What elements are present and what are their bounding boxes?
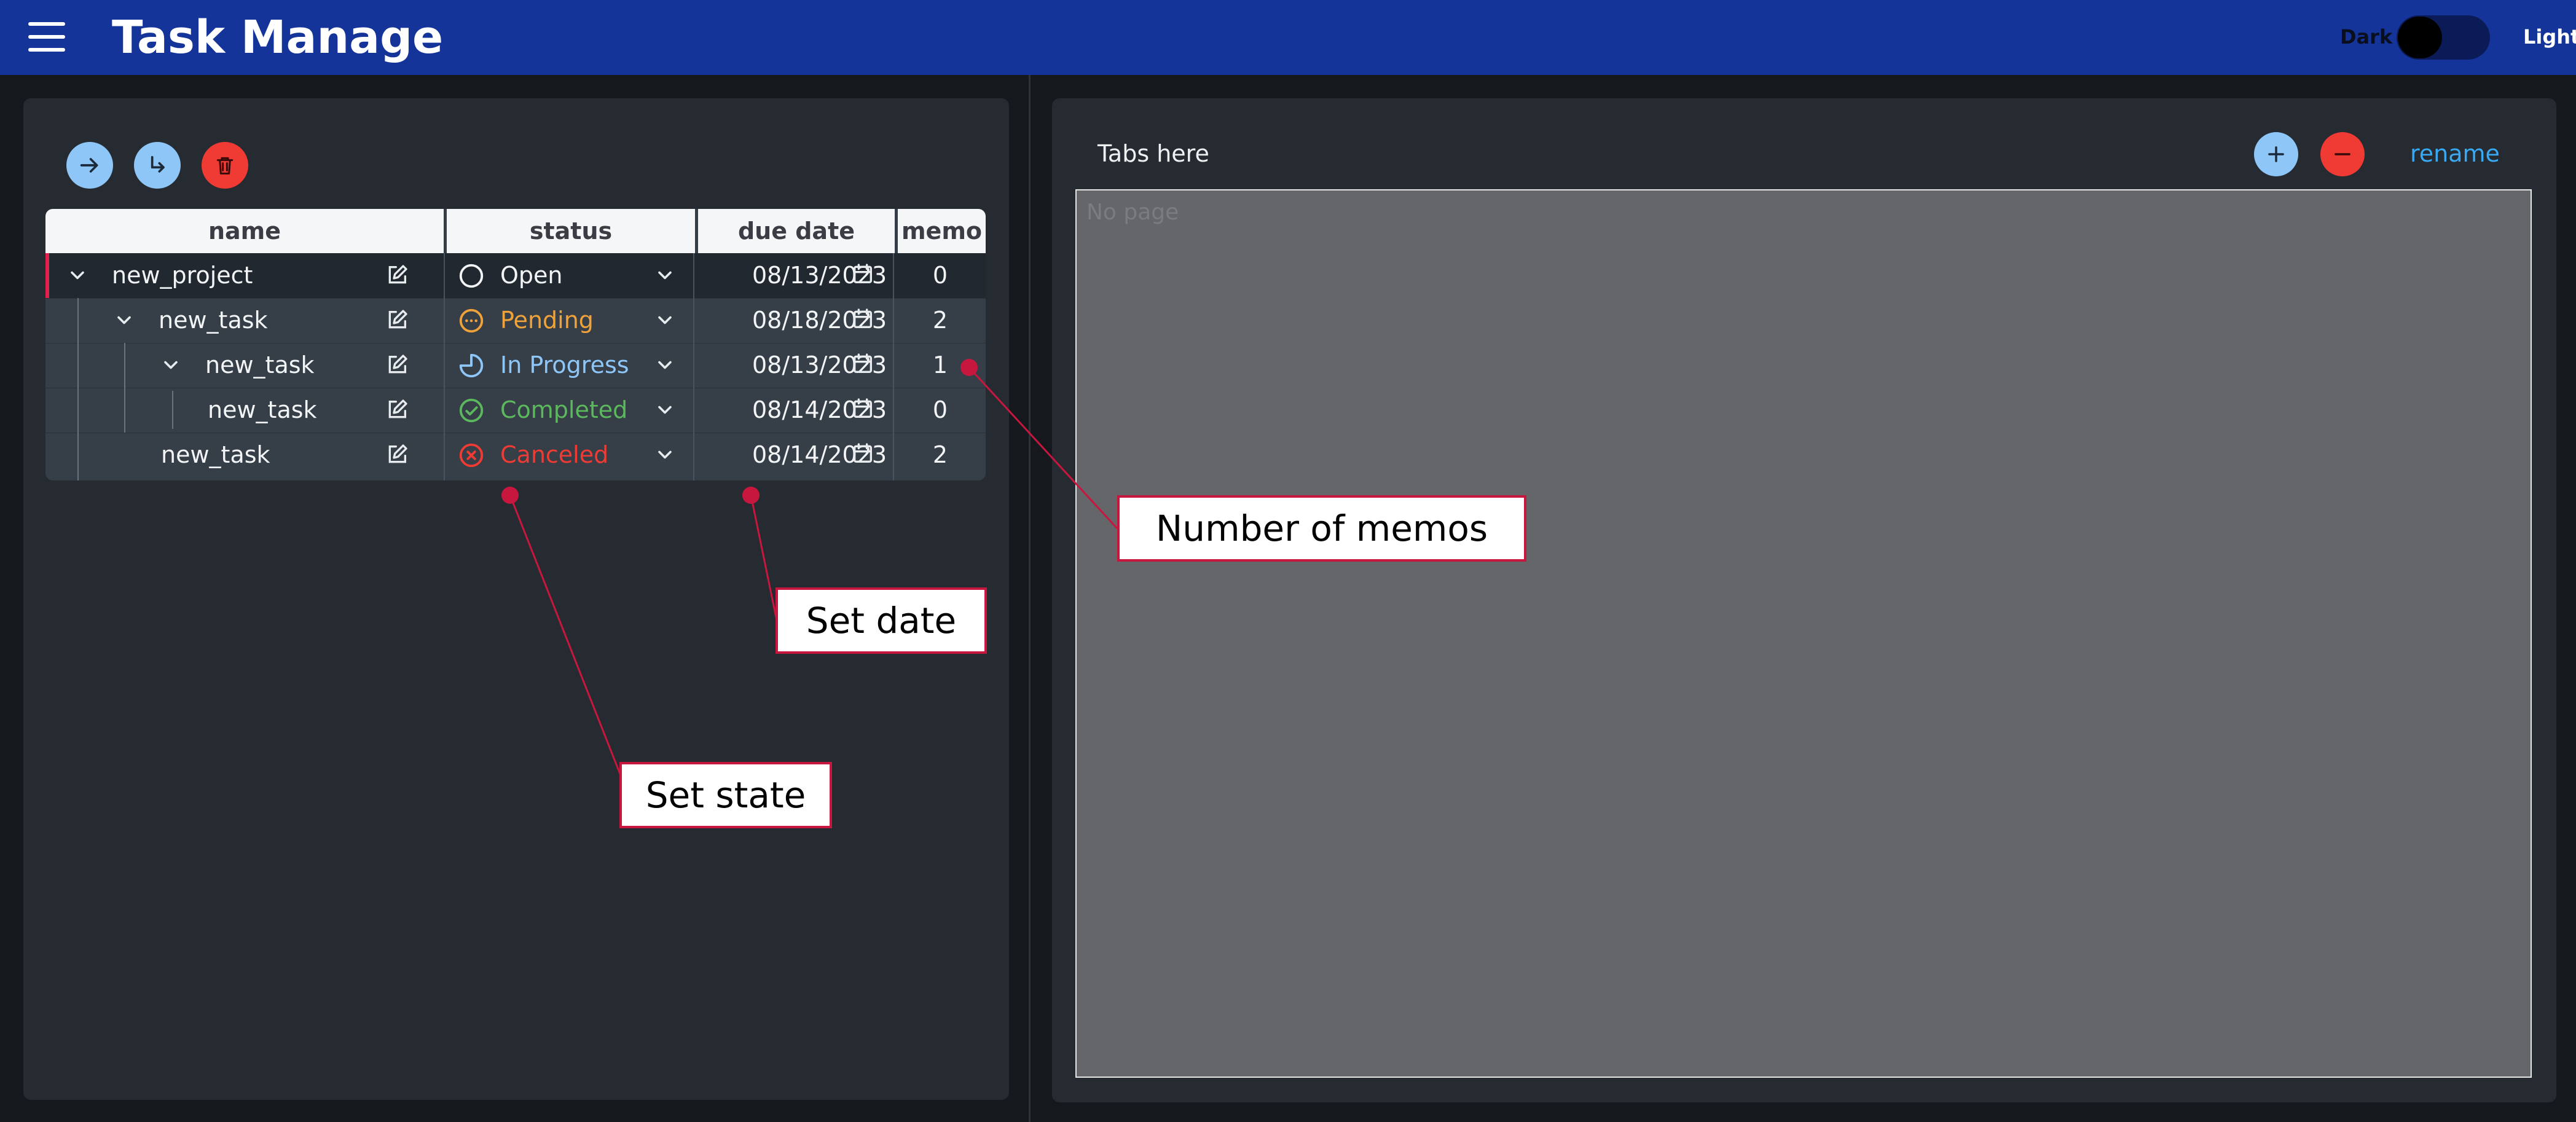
row-divider [45, 298, 986, 299]
memo-editor[interactable]: No page [1075, 189, 2532, 1078]
status-in-progress-icon [459, 353, 484, 378]
task-name[interactable]: new_task [205, 350, 315, 380]
minus-icon [2334, 153, 2350, 155]
subdirectory-arrow-icon [151, 155, 165, 173]
calendar-icon[interactable] [850, 351, 875, 376]
memo-count: 1 [932, 351, 948, 379]
app-bar: Task Manage Dark Light [0, 0, 2576, 75]
callout-set-state: Set state [619, 762, 832, 828]
callout-number-of-memos: Number of memos [1117, 495, 1526, 562]
edit-icon[interactable] [385, 263, 409, 288]
plus-icon [2268, 146, 2284, 162]
tree-guide-line [77, 298, 79, 481]
tree-guide-line [172, 391, 173, 429]
theme-light-label: Light [2523, 25, 2576, 49]
theme-dark-label: Dark [2340, 25, 2393, 49]
edit-icon[interactable] [385, 308, 409, 332]
arrow-right-icon [80, 158, 98, 173]
chevron-down-icon[interactable] [66, 264, 88, 286]
tabs-placeholder: Tabs here [1098, 140, 1209, 167]
task-name[interactable]: new_task [161, 440, 270, 469]
memo-count: 0 [932, 396, 948, 423]
column-divider [444, 253, 445, 481]
status-value[interactable]: In Progress [500, 350, 629, 380]
task-table: name status due date memo new_project Op… [45, 209, 986, 481]
app-title: Task Manage [112, 11, 444, 64]
rename-button[interactable]: rename [2410, 139, 2500, 168]
selected-row-indicator [45, 253, 49, 298]
delete-button[interactable] [202, 142, 248, 189]
task-name[interactable]: new_task [159, 305, 268, 335]
table-header: name status due date memo [45, 209, 986, 253]
callout-set-date: Set date [776, 587, 987, 654]
memo-count: 0 [932, 262, 948, 289]
status-pending-icon [459, 308, 484, 333]
calendar-icon[interactable] [850, 307, 875, 331]
edit-icon[interactable] [385, 353, 409, 377]
chevron-down-icon[interactable] [654, 264, 676, 286]
task-name[interactable]: new_task [208, 395, 317, 425]
add-page-button[interactable] [2254, 132, 2298, 176]
add-sibling-button[interactable] [66, 142, 113, 189]
panel-divider[interactable] [1029, 75, 1031, 1122]
column-header-name[interactable]: name [45, 209, 444, 253]
theme-toggle[interactable] [2397, 15, 2490, 60]
trash-icon [216, 157, 234, 175]
chevron-down-icon[interactable] [654, 354, 676, 376]
column-header-memo[interactable]: memo [898, 209, 986, 253]
task-name[interactable]: new_project [112, 261, 253, 290]
tree-guide-line [124, 343, 125, 433]
status-value[interactable]: Open [500, 261, 563, 290]
status-canceled-icon [459, 443, 484, 468]
calendar-icon[interactable] [850, 441, 875, 466]
memo-count: 2 [932, 307, 948, 334]
memo-count: 2 [932, 441, 948, 468]
empty-placeholder: No page [1086, 200, 1179, 225]
calendar-icon[interactable] [850, 396, 875, 421]
status-value[interactable]: Canceled [500, 440, 608, 469]
status-value[interactable]: Pending [500, 305, 594, 335]
menu-icon[interactable] [28, 22, 65, 52]
status-completed-icon [459, 398, 484, 423]
edit-icon[interactable] [385, 398, 409, 422]
edit-icon[interactable] [385, 442, 409, 467]
theme-toggle-knob [2398, 17, 2442, 58]
status-open-icon [459, 264, 484, 288]
add-child-button[interactable] [134, 142, 181, 189]
chevron-down-icon[interactable] [113, 309, 135, 331]
column-header-due-date[interactable]: due date [698, 209, 895, 253]
status-value[interactable]: Completed [500, 395, 627, 425]
column-header-status[interactable]: status [447, 209, 695, 253]
chevron-down-icon[interactable] [654, 399, 676, 421]
column-divider [693, 253, 694, 481]
calendar-icon[interactable] [850, 262, 875, 286]
remove-page-button[interactable] [2320, 132, 2365, 176]
chevron-down-icon[interactable] [654, 309, 676, 331]
chevron-down-icon[interactable] [654, 444, 676, 466]
chevron-down-icon[interactable] [160, 354, 182, 376]
